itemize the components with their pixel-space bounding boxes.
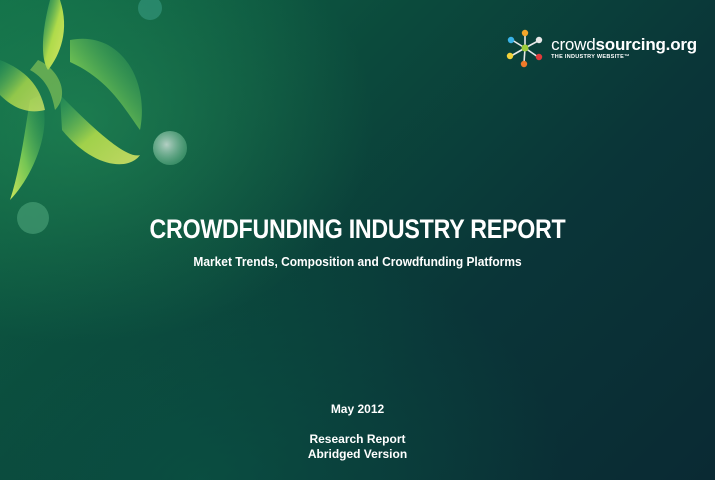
report-subtitle: Market Trends, Composition and Crowdfund… [193, 254, 522, 269]
report-details: May 2012 Research Report Abridged Versio… [0, 402, 715, 462]
crowdsourcing-logo: crowdsourcing.org THE INDUSTRY WEBSITE™ [505, 28, 697, 68]
logo-tagline: THE INDUSTRY WEBSITE™ [551, 53, 630, 60]
report-version: Abridged Version [307, 447, 408, 461]
people-network-icon [506, 29, 543, 68]
decorative-swirl-graphic [0, 0, 187, 234]
logo-name-prefix: crowd [551, 34, 596, 54]
report-title: CROWDFUNDING INDUSTRY REPORT [149, 214, 566, 244]
logo-wordmark: crowdsourcing.org [551, 36, 697, 53]
logo-name-suffix: sourcing.org [595, 34, 698, 54]
swirl-dot [138, 0, 162, 20]
swirl-dot [153, 131, 187, 165]
title-block: CROWDFUNDING INDUSTRY REPORT Market Tren… [0, 214, 715, 269]
report-cover: crowdsourcing.org THE INDUSTRY WEBSITE™ … [0, 0, 715, 480]
report-date: May 2012 [330, 402, 385, 416]
report-type: Research Report [309, 432, 406, 446]
swirl-petal [42, 0, 65, 70]
